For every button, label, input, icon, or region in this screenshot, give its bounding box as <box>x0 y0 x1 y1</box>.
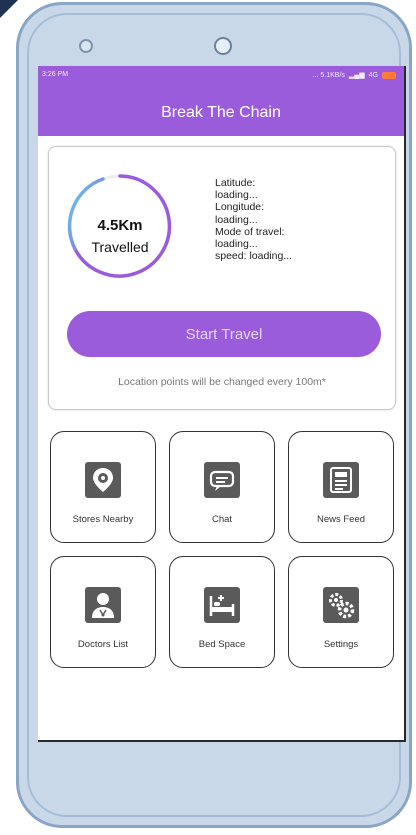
chat-icon <box>204 462 240 498</box>
newspaper-icon <box>323 462 359 498</box>
info-latitude-label: Latitude: <box>215 177 256 189</box>
tile-label: Stores Nearby <box>72 514 134 525</box>
location-pin-icon <box>85 462 121 498</box>
travel-card: 4.5Km Travelled Latitude: loading... Lon… <box>48 146 396 410</box>
speaker-icon <box>79 39 93 53</box>
battery-icon <box>382 71 396 79</box>
tile-settings[interactable]: Settings <box>288 556 394 668</box>
tile-doctors-list[interactable]: Doctors List <box>50 556 156 668</box>
location-info: Latitude: loading... Longitude: loading.… <box>215 177 292 262</box>
distance-label: Travelled <box>91 239 149 255</box>
location-note: Location points will be changed every 10… <box>118 376 326 388</box>
info-longitude-value: loading... <box>215 213 258 226</box>
info-speed: speed: loading... <box>215 250 293 263</box>
tile-news-feed[interactable]: News Feed <box>288 431 394 543</box>
info-longitude-label: Longitude: <box>215 201 265 214</box>
tile-label: Settings <box>323 639 359 650</box>
info-mode-label: Mode of travel: <box>215 225 285 238</box>
start-travel-button[interactable]: Start Travel <box>67 311 381 357</box>
app-screen: 3:26 PM ... 5.1KB/s ▂▄▆ 4G Break The Cha… <box>38 66 406 742</box>
status-time: 3:26 PM <box>42 71 69 78</box>
info-mode-value: loading... <box>215 238 258 251</box>
tile-stores-nearby[interactable]: Stores Nearby <box>50 431 156 543</box>
status-bar: 3:26 PM ... 5.1KB/s ▂▄▆ 4G <box>38 66 404 84</box>
status-indicators: ... 5.1KB/s ▂▄▆ 4G <box>313 71 396 79</box>
tile-label: Chat <box>211 514 233 525</box>
app-title: Break The Chain <box>161 104 281 121</box>
tile-chat[interactable]: Chat <box>169 431 275 543</box>
signal-type: 4G <box>368 71 378 79</box>
signal-icon: ▂▄▆ <box>348 72 365 79</box>
distance-value: 4.5Km <box>97 217 143 234</box>
tile-label: News Feed <box>316 514 366 525</box>
tile-bed-space[interactable]: Bed Space <box>169 556 275 668</box>
bed-icon <box>204 587 240 623</box>
camera-icon <box>214 37 232 55</box>
doctor-icon <box>85 587 121 623</box>
corner-decoration <box>0 0 18 18</box>
gears-icon <box>323 587 359 623</box>
tile-label: Doctors List <box>77 639 129 650</box>
tile-label: Bed Space <box>198 639 246 650</box>
info-latitude-value: loading... <box>215 189 258 202</box>
app-bar: 3:26 PM ... 5.1KB/s ▂▄▆ 4G Break The Cha… <box>38 66 404 136</box>
network-speed: ... 5.1KB/s <box>312 71 345 79</box>
